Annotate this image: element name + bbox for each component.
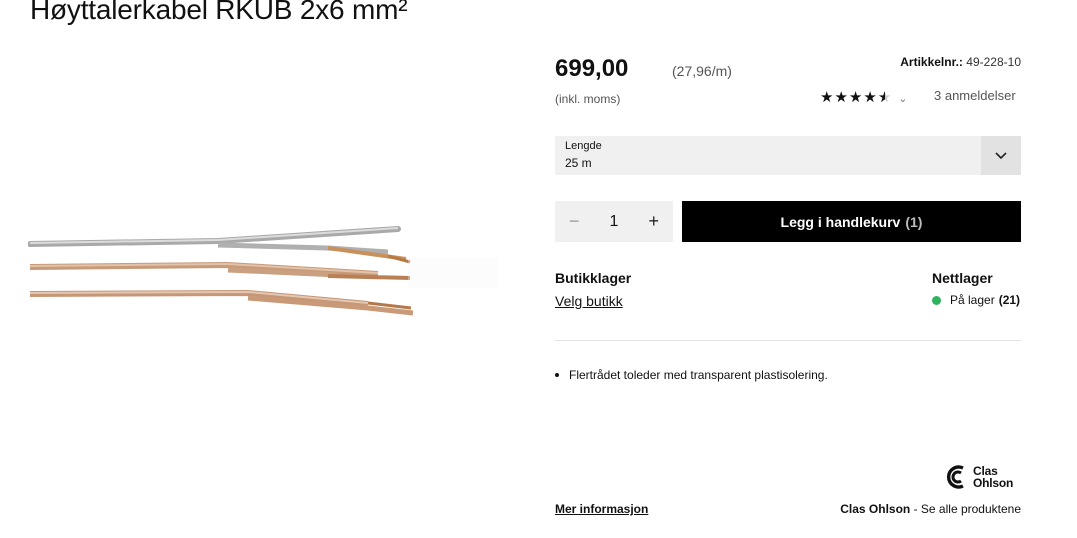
vat-note: (inkl. moms) <box>555 92 621 106</box>
web-stock-status: På lager (21) <box>932 293 1020 307</box>
product-title: Høyttalerkabel RKUB 2x6 mm² <box>30 0 408 25</box>
add-to-cart-button[interactable]: Legg i handlekurv (1) <box>682 201 1021 242</box>
brand-logo-line: Ohlson <box>973 476 1014 490</box>
unit-price: (27,96/m) <box>672 63 732 79</box>
article-number-label: Artikkelnr.: <box>900 55 963 69</box>
more-info-link[interactable]: Mer informasjon <box>555 502 648 516</box>
speaker-cable-image <box>27 226 498 316</box>
web-stock-count: (21) <box>998 293 1021 307</box>
feature-text: Flertrådet toleder med transparent plast… <box>569 368 828 382</box>
brand-logo[interactable]: Clas Ohlson <box>945 462 1013 492</box>
star-icon: ★ <box>848 88 863 106</box>
increase-quantity-button[interactable]: + <box>648 211 659 232</box>
article-number-value: 49-228-10 <box>966 55 1021 69</box>
star-half-icon: ★ <box>877 88 892 106</box>
divider <box>555 340 1021 341</box>
decrease-quantity-button[interactable]: − <box>569 211 580 232</box>
article-number: Artikkelnr.: 49-228-10 <box>900 55 1021 69</box>
bullet-icon <box>555 373 559 377</box>
reviews-link[interactable]: 3 anmeldelser <box>934 88 1016 103</box>
status-dot-icon <box>932 295 941 305</box>
clas-ohlson-logo-icon <box>946 465 964 489</box>
see-all-products-link[interactable]: Se alle produktene <box>921 502 1021 516</box>
web-stock-heading: Nettlager <box>932 270 993 286</box>
product-image[interactable] <box>27 200 498 340</box>
list-item: Flertrådet toleder med transparent plast… <box>555 368 828 382</box>
length-select-label: Lengde <box>565 140 602 152</box>
add-to-cart-label: Legg i handlekurv <box>780 213 901 230</box>
quantity-value[interactable]: 1 <box>610 213 619 231</box>
quantity-stepper[interactable]: − 1 + <box>555 201 673 242</box>
length-select[interactable]: Lengde 25 m <box>555 136 1021 175</box>
star-icon: ★ <box>863 88 877 106</box>
store-stock-heading: Butikklager <box>555 270 632 286</box>
rating-stars[interactable]: ★ ★ ★ ★ ★ ⌄ <box>820 88 907 106</box>
star-icon: ★ <box>820 88 834 106</box>
brand-separator: - <box>910 502 921 516</box>
chevron-down-icon[interactable] <box>981 136 1021 175</box>
feature-list: Flertrådet toleder med transparent plast… <box>555 368 828 382</box>
length-select-value: 25 m <box>565 156 592 170</box>
choose-store-link[interactable]: Velg butikk <box>555 293 623 309</box>
star-icon: ★ <box>834 88 848 106</box>
chevron-down-icon[interactable]: ⌄ <box>898 92 907 105</box>
add-to-cart-count: (1) <box>905 213 923 230</box>
price: 699,00 <box>555 55 629 82</box>
brand-line: Clas Ohlson - Se alle produktene <box>840 502 1021 516</box>
brand-name[interactable]: Clas Ohlson <box>840 502 910 516</box>
web-stock-label: På lager <box>950 293 995 307</box>
brand-logo-text: Clas Ohlson <box>973 465 1013 489</box>
